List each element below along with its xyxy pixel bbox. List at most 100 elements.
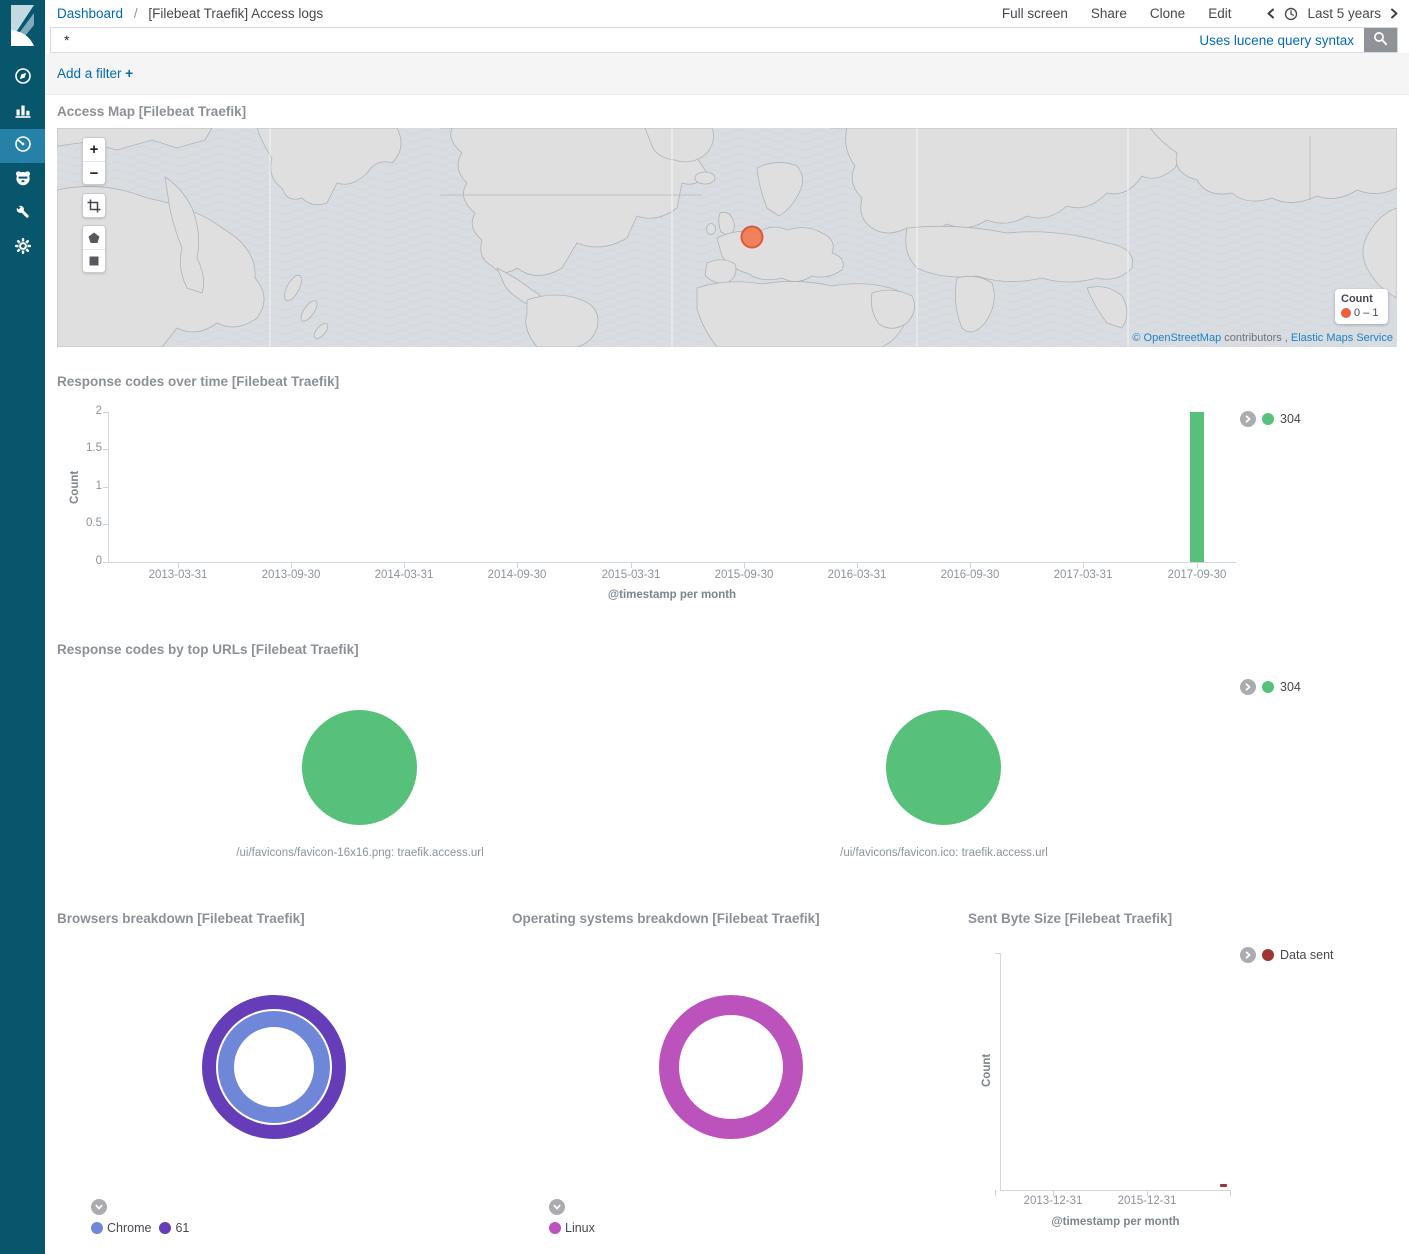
os-legend: Linux [549, 1199, 595, 1235]
y-tick-label: 1 [65, 480, 102, 492]
zoom-in-button[interactable]: + [83, 138, 105, 161]
x-tick-label: 2014-03-31 [359, 569, 449, 581]
legend-collapse-icon[interactable] [1240, 679, 1256, 695]
sidebar-item-discover[interactable] [0, 61, 45, 95]
legend-data-sent: Data sent [1240, 947, 1334, 963]
x-tick-label: 2015-03-31 [586, 569, 676, 581]
x-tick-label: 2013-12-31 [1008, 1195, 1098, 1207]
openstreetmap-link[interactable]: © OpenStreetMap [1132, 332, 1221, 344]
panel-title: Response codes by top URLs [Filebeat Tra… [57, 642, 359, 657]
legend-dot-chrome [91, 1222, 103, 1234]
monitoring-icon [14, 169, 32, 192]
donut-ring-chrome[interactable] [226, 1019, 322, 1115]
pie-label: /ui/favicons/favicon.ico: traefik.access… [744, 847, 1144, 859]
sidebar [0, 0, 45, 1254]
management-gear-icon [14, 237, 32, 260]
legend-label-304[interactable]: 304 [1280, 412, 1301, 426]
legend-dot-linux [549, 1222, 561, 1234]
draw-polygon-icon[interactable] [83, 226, 105, 249]
world-map[interactable]: + − Count [57, 128, 1397, 347]
time-forward-chevron-icon[interactable] [1390, 8, 1399, 19]
zoom-out-button[interactable]: − [83, 161, 105, 184]
legend-label-chrome: Chrome [107, 1221, 151, 1235]
legend-dot-data-sent[interactable] [1262, 949, 1274, 961]
pie-favicon-16x16[interactable] [302, 710, 417, 825]
pie-favicon-ico[interactable] [886, 710, 1001, 825]
breadcrumb: Dashboard / [Filebeat Traefik] Access lo… [57, 0, 323, 27]
legend-304: 304 [1240, 411, 1301, 427]
donut-ring-linux[interactable] [669, 1005, 793, 1129]
map-marker-europe[interactable] [742, 227, 763, 248]
map-legend: Count 0 – 1 [1335, 289, 1388, 324]
dashboard-area: Access Map [Filebeat Traefik] [45, 95, 1409, 1254]
time-back-chevron-icon[interactable] [1266, 8, 1275, 19]
x-axis-title: @timestamp per month [1000, 1216, 1231, 1228]
search-icon [1373, 31, 1388, 49]
legend-collapse-icon[interactable] [1240, 411, 1256, 427]
visualize-bar-chart-icon [14, 101, 32, 124]
y-tick-label: 2 [65, 405, 102, 417]
kibana-dashboard-page: Dashboard / [Filebeat Traefik] Access lo… [0, 0, 1409, 1254]
dev-tools-wrench-icon [14, 203, 32, 226]
full-screen-button[interactable]: Full screen [1002, 6, 1068, 21]
bar-304-2017-09-30[interactable] [1190, 412, 1204, 562]
add-filter-button[interactable]: Add a filter + [57, 66, 133, 81]
sidebar-item-management[interactable] [0, 231, 45, 265]
legend-item-61[interactable]: 61 [159, 1221, 189, 1235]
x-tick-label: 2013-03-31 [133, 569, 223, 581]
x-tick-label: 2014-09-30 [472, 569, 562, 581]
search-button[interactable] [1364, 28, 1397, 52]
breadcrumb-dashboard-link[interactable]: Dashboard [57, 6, 123, 21]
browsers-legend: Chrome 61 [91, 1199, 189, 1235]
legend-collapse-icon[interactable] [1240, 947, 1256, 963]
sidebar-item-dashboard[interactable] [0, 129, 45, 163]
time-range-label[interactable]: Last 5 years [1307, 6, 1381, 21]
y-tick-label: 0 [65, 555, 102, 567]
clone-button[interactable]: Clone [1150, 6, 1185, 21]
legend-304: 304 [1240, 679, 1301, 695]
legend-item-linux[interactable]: Linux [549, 1221, 595, 1235]
x-tick-label: 2016-03-31 [812, 569, 902, 581]
legend-label-304[interactable]: 304 [1280, 680, 1301, 694]
x-tick-label: 2013-09-30 [246, 569, 336, 581]
sidebar-item-visualize[interactable] [0, 95, 45, 129]
y-tick-label: 0.5 [65, 517, 102, 529]
query-input[interactable] [51, 28, 1199, 52]
x-tick-label: 2015-12-31 [1102, 1195, 1192, 1207]
lucene-syntax-link[interactable]: Uses lucene query syntax [1199, 28, 1354, 52]
fit-bounds-icon[interactable] [83, 194, 105, 217]
map-legend-range: 0 – 1 [1354, 307, 1378, 319]
clock-icon[interactable] [1284, 7, 1298, 21]
top-menu: Full screen Share Clone Edit Last 5 year… [1002, 0, 1399, 27]
x-axis-title: @timestamp per month [108, 589, 1236, 601]
x-tick-label: 2015-09-30 [699, 569, 789, 581]
legend-dot-304[interactable] [1262, 413, 1274, 425]
time-picker: Last 5 years [1266, 6, 1399, 21]
map-legend-title: Count [1341, 293, 1382, 305]
legend-expand-icon[interactable] [549, 1199, 565, 1215]
panel-title: Response codes over time [Filebeat Traef… [57, 374, 339, 389]
share-button[interactable]: Share [1091, 6, 1127, 21]
x-tick-label: 2016-09-30 [925, 569, 1015, 581]
y-axis-title: Count [981, 1040, 993, 1100]
breadcrumb-separator: / [134, 6, 138, 21]
query-bar: Uses lucene query syntax [45, 27, 1409, 53]
query-box: Uses lucene query syntax [50, 27, 1398, 53]
sidebar-item-monitoring[interactable] [0, 163, 45, 197]
sidebar-item-dev-tools[interactable] [0, 197, 45, 231]
legend-label-data-sent[interactable]: Data sent [1280, 948, 1334, 962]
dashboard-gauge-icon [14, 135, 32, 158]
legend-dot-304[interactable] [1262, 681, 1274, 693]
os-donut-chart [651, 987, 811, 1147]
legend-expand-icon[interactable] [91, 1199, 107, 1215]
world-map-svg [57, 128, 1397, 347]
data-sent-point[interactable] [1220, 1184, 1227, 1187]
filter-bar: Add a filter + [45, 53, 1409, 95]
legend-item-chrome[interactable]: Chrome [91, 1221, 151, 1235]
draw-rectangle-icon[interactable] [83, 249, 105, 272]
legend-dot-61 [159, 1222, 171, 1234]
kibana-logo[interactable] [0, 0, 45, 54]
map-legend-dot [1341, 308, 1351, 318]
edit-button[interactable]: Edit [1208, 6, 1231, 21]
elastic-maps-link[interactable]: Elastic Maps Service [1291, 332, 1393, 344]
